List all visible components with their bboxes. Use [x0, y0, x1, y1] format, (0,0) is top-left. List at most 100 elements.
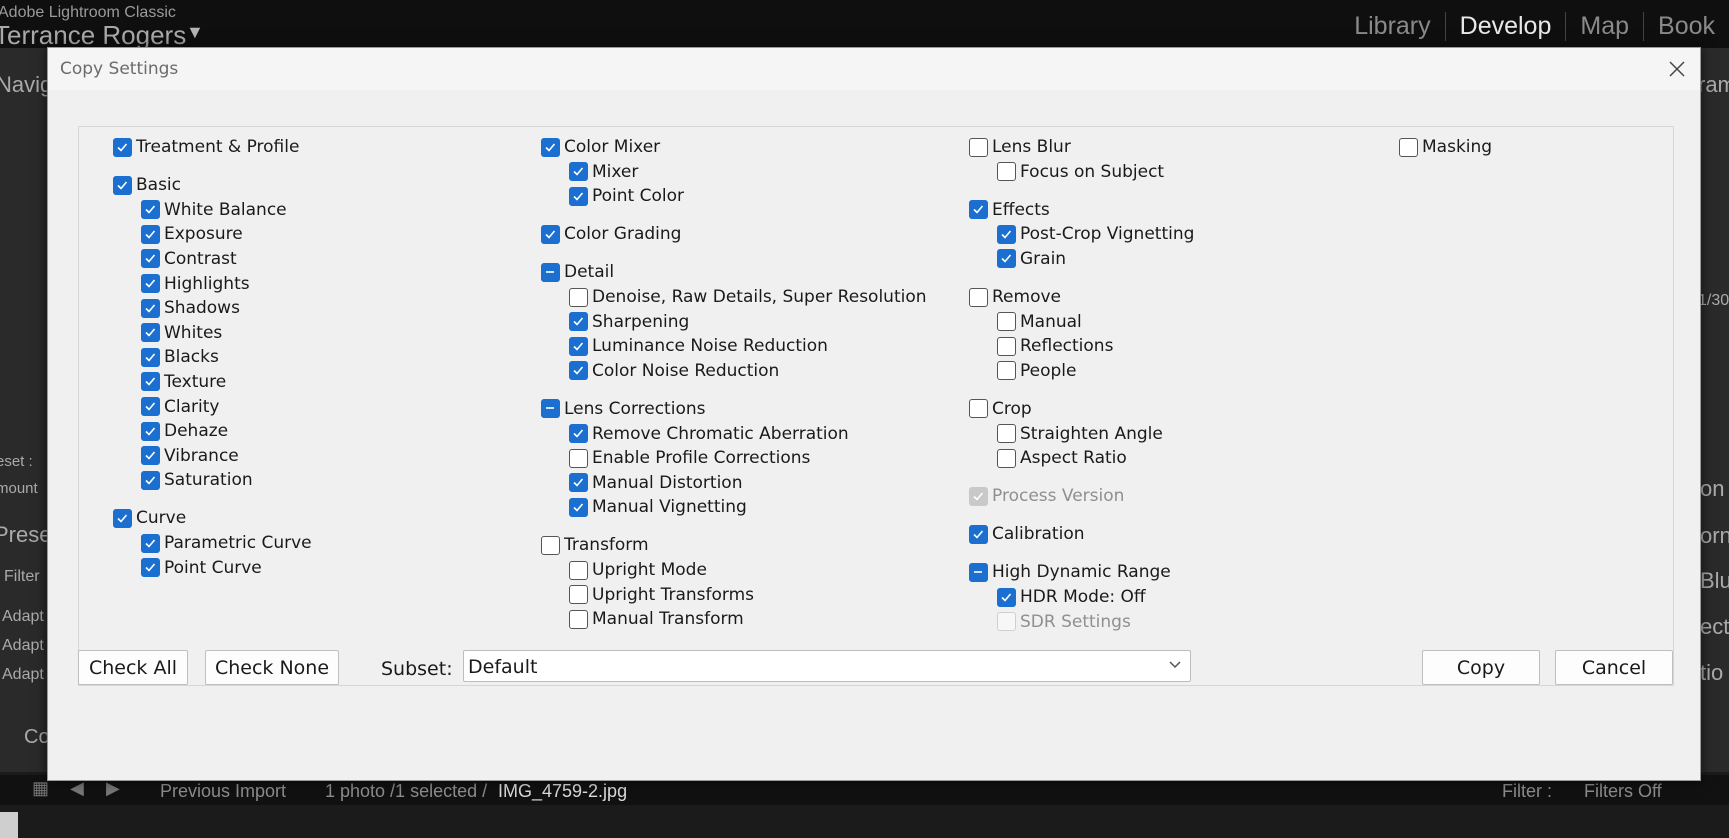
setting-straighten-angle[interactable]: Straighten Angle — [997, 423, 1163, 445]
setting-reflections[interactable]: Reflections — [997, 335, 1113, 357]
setting-contrast[interactable]: Contrast — [141, 248, 237, 270]
setting-parametric-curve[interactable]: Parametric Curve — [141, 532, 312, 554]
setting-point-color[interactable]: Point Color — [569, 185, 684, 207]
setting-detail[interactable]: Detail — [541, 261, 614, 283]
checkbox[interactable] — [969, 200, 988, 220]
setting-grain[interactable]: Grain — [997, 248, 1066, 270]
checkbox[interactable] — [541, 224, 560, 244]
checkbox[interactable] — [997, 224, 1016, 244]
checkbox[interactable] — [141, 249, 160, 269]
checkbox[interactable] — [113, 137, 132, 157]
checkbox[interactable] — [141, 397, 160, 416]
checkbox[interactable] — [141, 558, 160, 578]
checkbox[interactable] — [541, 399, 560, 419]
setting-post-crop-vignetting[interactable]: Post-Crop Vignetting — [997, 223, 1194, 245]
subset-dropdown[interactable]: Default — [463, 650, 1191, 682]
setting-hdr-mode-off[interactable]: HDR Mode: Off — [997, 586, 1146, 608]
checkbox[interactable] — [141, 372, 160, 392]
checkbox[interactable] — [997, 448, 1016, 468]
filmstrip-source[interactable]: Previous Import — [160, 781, 286, 802]
cancel-button[interactable]: Cancel — [1555, 650, 1673, 685]
setting-manual-vignetting[interactable]: Manual Vignetting — [569, 496, 747, 518]
checkbox[interactable] — [541, 535, 560, 555]
setting-clarity[interactable]: Clarity — [141, 396, 219, 418]
filmstrip-filter-value[interactable]: Filters Off — [1584, 781, 1662, 802]
setting-effects[interactable]: Effects — [969, 199, 1050, 221]
checkbox[interactable] — [141, 323, 160, 343]
setting-calibration[interactable]: Calibration — [969, 523, 1085, 545]
setting-saturation[interactable]: Saturation — [141, 469, 253, 491]
close-button[interactable] — [1664, 56, 1690, 82]
checkbox[interactable] — [997, 336, 1016, 356]
checkbox[interactable] — [569, 287, 588, 307]
checkbox[interactable] — [969, 562, 988, 582]
checkbox[interactable] — [569, 424, 588, 443]
setting-enable-profile-corrections[interactable]: Enable Profile Corrections — [569, 447, 810, 469]
setting-vibrance[interactable]: Vibrance — [141, 445, 239, 467]
module-map[interactable]: Map — [1565, 12, 1643, 41]
setting-highlights[interactable]: Highlights — [141, 273, 250, 295]
checkbox[interactable] — [997, 587, 1016, 607]
checkbox[interactable] — [569, 336, 588, 356]
setting-crop[interactable]: Crop — [969, 398, 1032, 420]
setting-dehaze[interactable]: Dehaze — [141, 420, 228, 442]
check-all-button[interactable]: Check All — [78, 650, 188, 685]
setting-color-noise-reduction[interactable]: Color Noise Reduction — [569, 360, 779, 382]
checkbox[interactable] — [141, 533, 160, 553]
setting-luminance-noise-reduction[interactable]: Luminance Noise Reduction — [569, 335, 828, 357]
setting-shadows[interactable]: Shadows — [141, 297, 240, 319]
setting-lens-blur[interactable]: Lens Blur — [969, 136, 1071, 158]
checkbox[interactable] — [141, 421, 160, 441]
checkbox[interactable] — [141, 347, 160, 367]
setting-manual-transform[interactable]: Manual Transform — [569, 608, 744, 630]
setting-white-balance[interactable]: White Balance — [141, 199, 287, 221]
checkbox[interactable] — [969, 524, 988, 544]
setting-blacks[interactable]: Blacks — [141, 346, 219, 368]
checkbox[interactable] — [141, 470, 160, 490]
check-none-button[interactable]: Check None — [205, 650, 339, 685]
setting-treatment-profile[interactable]: Treatment & Profile — [113, 136, 299, 158]
setting-sharpening[interactable]: Sharpening — [569, 311, 689, 333]
checkbox[interactable] — [569, 162, 588, 182]
grid-icon[interactable]: ▦ — [32, 778, 49, 799]
setting-manual-distortion[interactable]: Manual Distortion — [569, 472, 742, 494]
setting-high-dynamic-range[interactable]: High Dynamic Range — [969, 561, 1171, 583]
setting-remove-chromatic-aberration[interactable]: Remove Chromatic Aberration — [569, 423, 849, 445]
checkbox[interactable] — [113, 175, 132, 195]
checkbox[interactable] — [569, 186, 588, 206]
setting-people[interactable]: People — [997, 360, 1076, 382]
setting-mixer[interactable]: Mixer — [569, 161, 638, 183]
setting-transform[interactable]: Transform — [541, 534, 649, 556]
checkbox[interactable] — [997, 249, 1016, 269]
module-library[interactable]: Library — [1340, 12, 1444, 41]
forward-arrow-icon[interactable]: ▶ — [106, 778, 120, 799]
checkbox[interactable] — [969, 399, 988, 419]
checkbox[interactable] — [541, 262, 560, 282]
setting-exposure[interactable]: Exposure — [141, 223, 243, 245]
checkbox[interactable] — [997, 312, 1016, 332]
setting-whites[interactable]: Whites — [141, 322, 222, 344]
setting-texture[interactable]: Texture — [141, 371, 226, 393]
setting-focus-on-subject[interactable]: Focus on Subject — [997, 161, 1164, 183]
setting-masking[interactable]: Masking — [1399, 136, 1492, 158]
setting-point-curve[interactable]: Point Curve — [141, 557, 262, 579]
setting-lens-corrections[interactable]: Lens Corrections — [541, 398, 705, 420]
filmstrip-filename[interactable]: IMG_4759-2.jpg — [498, 781, 627, 802]
checkbox[interactable] — [969, 287, 988, 307]
checkbox[interactable] — [141, 200, 160, 220]
setting-manual[interactable]: Manual — [997, 311, 1082, 333]
setting-color-mixer[interactable]: Color Mixer — [541, 136, 660, 158]
module-develop[interactable]: Develop — [1444, 12, 1566, 41]
checkbox[interactable] — [113, 508, 132, 528]
checkbox[interactable] — [569, 560, 588, 580]
setting-aspect-ratio[interactable]: Aspect Ratio — [997, 447, 1127, 469]
copy-button[interactable]: Copy — [1422, 650, 1540, 685]
checkbox[interactable] — [141, 224, 160, 244]
checkbox[interactable] — [569, 497, 588, 517]
checkbox[interactable] — [141, 446, 160, 466]
setting-basic[interactable]: Basic — [113, 174, 181, 196]
setting-curve[interactable]: Curve — [113, 507, 186, 529]
checkbox[interactable] — [569, 448, 588, 468]
identity-caret-icon[interactable]: ▼ — [186, 22, 204, 43]
setting-denoise-raw-details-super-resolution[interactable]: Denoise, Raw Details, Super Resolution — [569, 286, 927, 308]
